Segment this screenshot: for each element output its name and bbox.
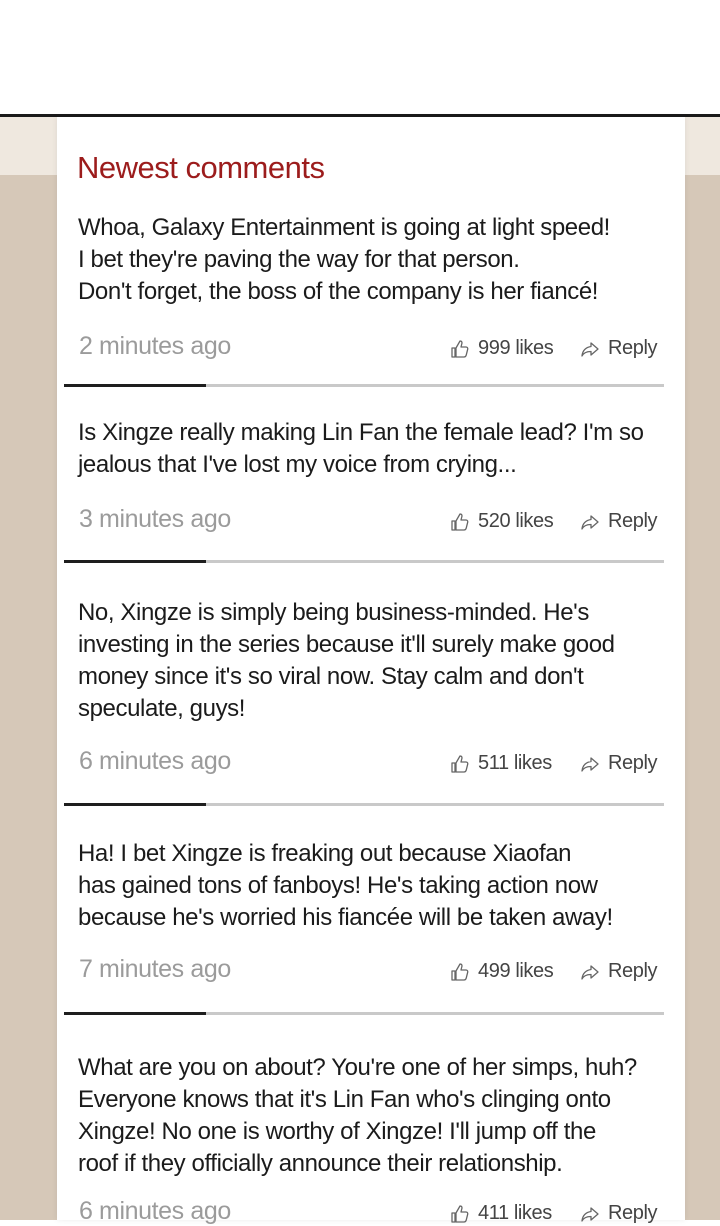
reply-button[interactable]: Reply [580,337,658,360]
divider-accent [64,560,206,563]
comment-text: Whoa, Galaxy Entertainment is going at l… [78,212,668,308]
thumbs-up-icon [450,339,470,359]
comment-timestamp: 2 minutes ago [79,332,231,360]
share-arrow-icon [580,339,600,359]
share-arrow-icon [580,962,600,982]
comment-line: I bet they're paving the way for that pe… [78,246,520,273]
comment-line: What are you on about? You're one of her… [78,1054,637,1081]
comment-text: Is Xingze really making Lin Fan the fema… [78,417,668,481]
reply-label: Reply [608,510,658,532]
comment-divider [64,384,664,387]
like-count: 511 likes [478,752,552,774]
comment-line: No, Xingze is simply being business-mind… [78,599,589,626]
comment-line: Xingze! No one is worthy of Xingze! I'll… [78,1118,596,1145]
comment-line: speculate, guys! [78,695,246,722]
divider-accent [64,384,206,387]
thumbs-up-icon [450,1204,470,1224]
share-arrow-icon [580,1204,600,1224]
divider-accent [64,803,206,806]
comments-heading: Newest comments [77,150,325,185]
comment-line: investing in the series because it'll su… [78,631,615,658]
like-count: 999 likes [478,337,554,359]
comment-line: has gained tons of fanboys! He's taking … [78,872,598,899]
comment-line: Everyone knows that it's Lin Fan who's c… [78,1086,611,1113]
like-button[interactable]: 499 likes [450,960,554,983]
comment-timestamp: 7 minutes ago [79,955,231,983]
comment-divider [64,803,664,806]
comment-line: roof if they officially announce their r… [78,1150,563,1177]
comment-timestamp: 6 minutes ago [79,747,231,775]
comment-timestamp: 6 minutes ago [79,1197,231,1225]
thumbs-up-icon [450,754,470,774]
comment-line: Ha! I bet Xingze is freaking out because… [78,840,572,867]
like-button[interactable]: 520 likes [450,510,554,533]
comment-divider [64,560,664,563]
like-count: 411 likes [478,1202,552,1224]
reply-label: Reply [608,1202,658,1224]
like-button[interactable]: 411 likes [450,1202,552,1225]
comment-line: Is Xingze really making Lin Fan the fema… [78,419,644,446]
reply-label: Reply [608,960,658,982]
comment-text: No, Xingze is simply being business-mind… [78,597,668,725]
divider-accent [64,1012,206,1015]
top-blank-area [0,0,720,115]
comment-divider [64,1012,664,1015]
thumbs-up-icon [450,512,470,532]
like-button[interactable]: 999 likes [450,337,554,360]
comment-timestamp: 3 minutes ago [79,505,231,533]
thumbs-up-icon [450,962,470,982]
comment-text: What are you on about? You're one of her… [78,1052,668,1180]
share-arrow-icon [580,754,600,774]
reply-button[interactable]: Reply [580,752,658,775]
reply-button[interactable]: Reply [580,1202,658,1225]
reply-label: Reply [608,752,658,774]
reply-button[interactable]: Reply [580,960,658,983]
comment-text: Ha! I bet Xingze is freaking out because… [78,838,668,934]
reply-label: Reply [608,337,658,359]
comment-line: money since it's so viral now. Stay calm… [78,663,584,690]
comment-line: Don't forget, the boss of the company is… [78,278,599,305]
comment-line: jealous that I've lost my voice from cry… [78,451,517,478]
like-button[interactable]: 511 likes [450,752,552,775]
comment-line: because he's worried his fiancée will be… [78,904,613,931]
share-arrow-icon [580,512,600,532]
comment-line: Whoa, Galaxy Entertainment is going at l… [78,214,610,241]
reply-button[interactable]: Reply [580,510,658,533]
like-count: 499 likes [478,960,554,982]
like-count: 520 likes [478,510,554,532]
